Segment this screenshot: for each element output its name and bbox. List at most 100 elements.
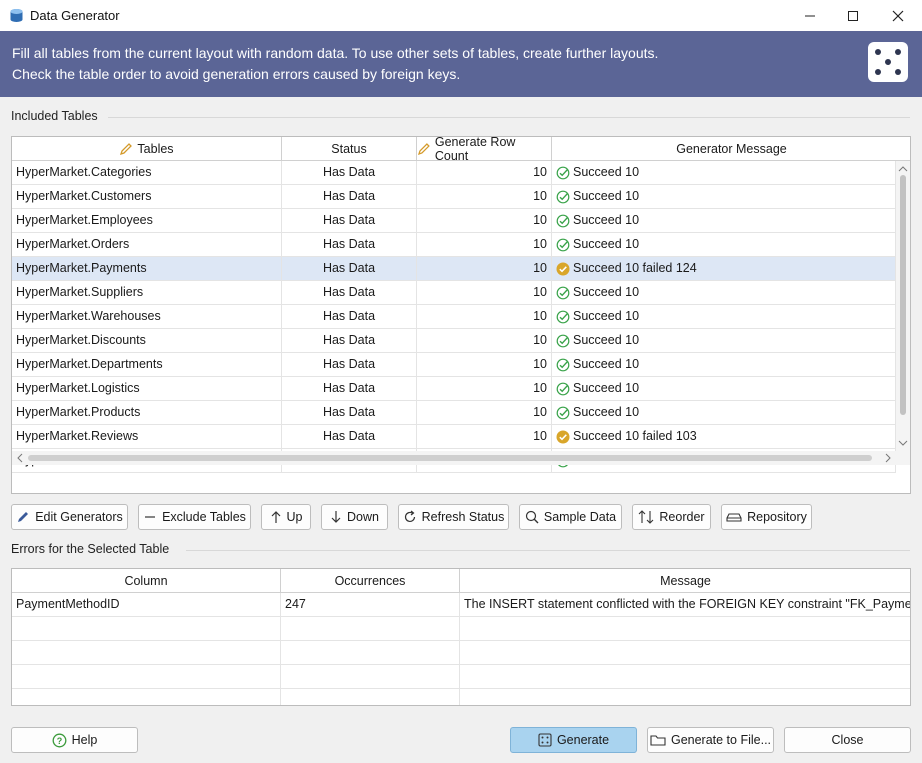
- maximize-button[interactable]: [830, 0, 875, 31]
- folder-icon: [650, 735, 666, 746]
- generator-message-text: Succeed 10: [573, 189, 640, 203]
- cell-occurrences: [281, 641, 460, 664]
- cell-table-name: HyperMarket.Discounts: [12, 329, 282, 352]
- minimize-icon: [804, 15, 815, 16]
- scrollbar-thumb[interactable]: [900, 175, 906, 415]
- edit-generators-button[interactable]: Edit Generators: [11, 504, 128, 530]
- cell-occurrences: 247: [281, 593, 460, 616]
- cell-row-count[interactable]: 10: [417, 353, 552, 376]
- maximize-icon: [847, 10, 858, 21]
- dice-icon: [868, 42, 908, 82]
- repository-button[interactable]: Repository: [721, 504, 812, 530]
- cell-status: Has Data: [282, 281, 417, 304]
- pencil-icon: [120, 142, 133, 155]
- table-row[interactable]: HyperMarket.Payments Has Data 10 Succeed 10…: [12, 257, 896, 281]
- scroll-left-icon: [17, 453, 23, 463]
- generate-button[interactable]: Generate: [510, 727, 637, 753]
- cell-status: Has Data: [282, 161, 417, 184]
- generator-message-text: Succeed 10: [573, 357, 640, 371]
- cell-row-count[interactable]: 10: [417, 425, 552, 448]
- generator-message-text: Succeed 10: [573, 285, 640, 299]
- column-header-generator-message[interactable]: Generator Message: [552, 137, 910, 161]
- cell-row-count[interactable]: 10: [417, 329, 552, 352]
- table-row[interactable]: HyperMarket.Discounts Has Data 10 Succeed 1…: [12, 329, 896, 353]
- cell-status: Has Data: [282, 425, 417, 448]
- cell-row-count[interactable]: 10: [417, 233, 552, 256]
- generator-message-text: Succeed 10: [573, 381, 640, 395]
- cell-row-count[interactable]: 10: [417, 209, 552, 232]
- warning-check-icon: [556, 430, 570, 444]
- generator-message-text: Succeed 10: [573, 309, 640, 323]
- column-header-tables[interactable]: Tables: [12, 137, 282, 161]
- cell-table-name: HyperMarket.Products: [12, 401, 282, 424]
- cell-row-count[interactable]: 10: [417, 161, 552, 184]
- errors-grid[interactable]: Column Occurrences Message PaymentMethod…: [11, 568, 911, 706]
- table-row[interactable]: HyperMarket.Warehouses Has Data 10 Succeed …: [12, 305, 896, 329]
- app-icon: [10, 9, 23, 22]
- column-header-column[interactable]: Column: [12, 569, 281, 593]
- cell-row-count[interactable]: 10: [417, 257, 552, 280]
- cell-status: Has Data: [282, 209, 417, 232]
- column-header-row-count[interactable]: Generate Row Count: [417, 137, 552, 163]
- repository-icon: [726, 513, 742, 522]
- close-window-button[interactable]: [875, 0, 920, 31]
- horizontal-scrollbar[interactable]: [12, 451, 910, 465]
- cell-message: The INSERT statement conflicted with the…: [460, 593, 910, 616]
- table-row[interactable]: HyperMarket.Products Has Data 10 Succeed 10: [12, 401, 896, 425]
- cell-generator-message: Succeed 10: [552, 233, 896, 256]
- cell-generator-message: Succeed 10: [552, 209, 896, 232]
- cell-status: Has Data: [282, 257, 417, 280]
- cell-row-count[interactable]: 10: [417, 377, 552, 400]
- cell-table-name: HyperMarket.Employees: [12, 209, 282, 232]
- table-row[interactable]: HyperMarket.Employees Has Data 10 Succeed 1…: [12, 209, 896, 233]
- down-button[interactable]: Down: [321, 504, 388, 530]
- hscrollbar-thumb[interactable]: [28, 455, 872, 461]
- cell-column: [12, 689, 281, 705]
- success-check-icon: [556, 310, 570, 324]
- cell-message: [460, 617, 910, 640]
- reorder-button[interactable]: Reorder: [632, 504, 711, 530]
- column-header-occurrences[interactable]: Occurrences: [281, 569, 460, 593]
- empty-error-row: [12, 665, 910, 689]
- success-check-icon: [556, 382, 570, 396]
- exclude-tables-button[interactable]: Exclude Tables: [138, 504, 251, 530]
- generator-message-text: Succeed 10: [573, 165, 640, 179]
- cell-table-name: HyperMarket.Categories: [12, 161, 282, 184]
- up-button[interactable]: Up: [261, 504, 311, 530]
- cell-table-name: HyperMarket.Warehouses: [12, 305, 282, 328]
- cell-row-count[interactable]: 10: [417, 305, 552, 328]
- column-header-message[interactable]: Message: [460, 569, 910, 593]
- cell-table-name: HyperMarket.Payments: [12, 257, 282, 280]
- column-header-status[interactable]: Status: [282, 137, 417, 161]
- generate-to-file-button[interactable]: Generate to File...: [647, 727, 774, 753]
- cell-row-count[interactable]: 10: [417, 401, 552, 424]
- table-row[interactable]: HyperMarket.Departments Has Data 10 Succeed…: [12, 353, 896, 377]
- cell-table-name: HyperMarket.Suppliers: [12, 281, 282, 304]
- table-row[interactable]: HyperMarket.Logistics Has Data 10 Succeed 1…: [12, 377, 896, 401]
- arrow-down-icon: [331, 511, 341, 523]
- refresh-status-button[interactable]: Refresh Status: [398, 504, 509, 530]
- info-banner: Fill all tables from the current layout …: [0, 31, 922, 97]
- generate-icon: [538, 733, 552, 747]
- banner-line-2: Check the table order to avoid generatio…: [12, 66, 461, 82]
- table-row[interactable]: HyperMarket.Orders Has Data 10 Succeed 10: [12, 233, 896, 257]
- success-check-icon: [556, 214, 570, 228]
- cell-status: Has Data: [282, 185, 417, 208]
- close-button[interactable]: Close: [784, 727, 911, 753]
- help-button[interactable]: ? Help: [11, 727, 138, 753]
- vertical-scrollbar[interactable]: [896, 161, 910, 451]
- cell-row-count[interactable]: 10: [417, 281, 552, 304]
- included-tables-grid[interactable]: Tables Status Generate Row Count Generat…: [11, 136, 911, 494]
- table-row[interactable]: HyperMarket.Categories Has Data 10 Succeed …: [12, 161, 896, 185]
- table-row[interactable]: HyperMarket.Customers Has Data 10 Succeed 1…: [12, 185, 896, 209]
- warning-check-icon: [556, 262, 570, 276]
- table-row[interactable]: HyperMarket.Reviews Has Data 10 Succeed 10 …: [12, 425, 896, 449]
- error-row[interactable]: PaymentMethodID 247 The INSERT statement c…: [12, 593, 910, 617]
- table-row[interactable]: HyperMarket.Suppliers Has Data 10 Succeed 1…: [12, 281, 896, 305]
- cell-occurrences: [281, 617, 460, 640]
- sample-data-button[interactable]: Sample Data: [519, 504, 622, 530]
- generator-message-text: Succeed 10 failed 124: [573, 261, 697, 275]
- minimize-button[interactable]: [787, 0, 832, 31]
- cell-row-count[interactable]: 10: [417, 185, 552, 208]
- cell-message: [460, 689, 910, 705]
